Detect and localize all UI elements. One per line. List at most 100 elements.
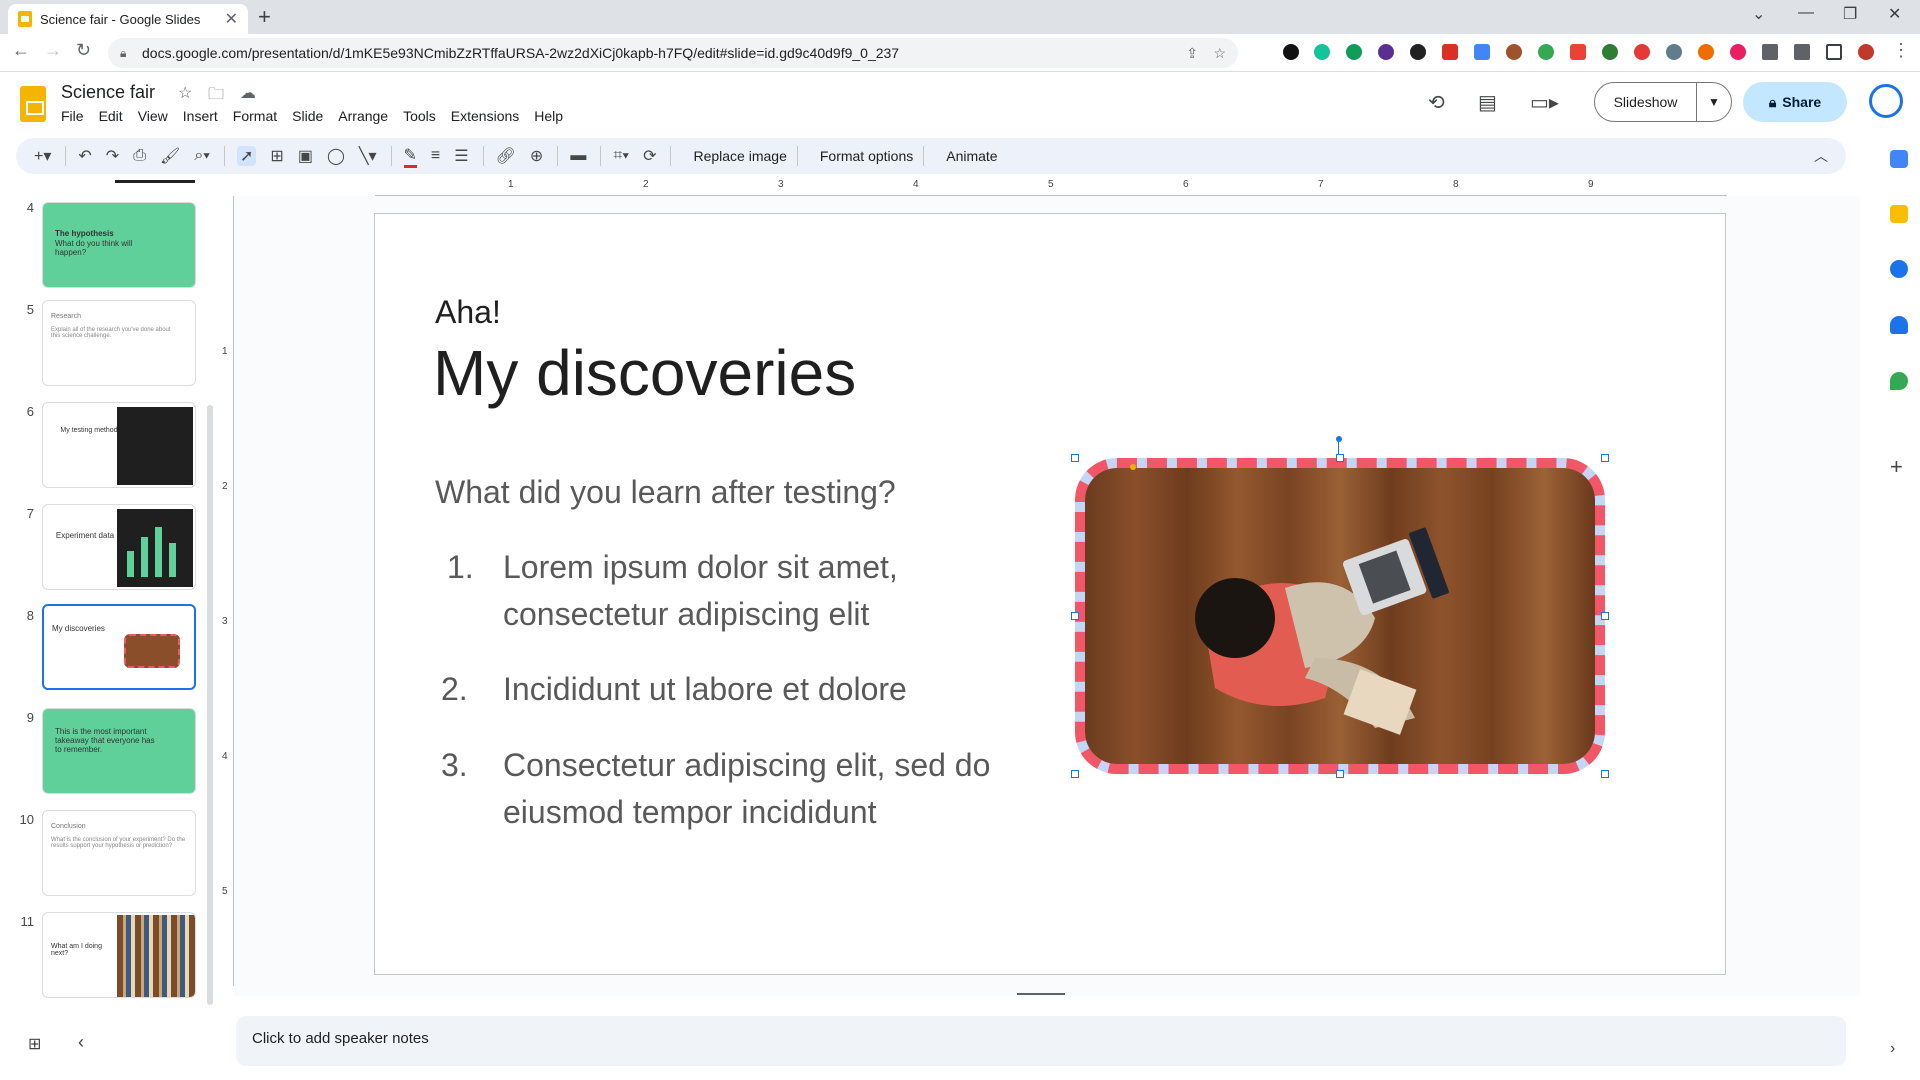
slide-thumbnail[interactable]: Experiment data	[42, 504, 196, 590]
slide-thumbnail[interactable]: What am I doing next?	[42, 912, 196, 998]
format-options-button[interactable]: Format options	[820, 148, 913, 164]
vertical-ruler[interactable]: 1 2 3 4 5	[220, 196, 234, 986]
presentation-title[interactable]: Science fair	[61, 82, 155, 103]
border-weight-icon[interactable]: ≡	[431, 147, 440, 165]
slide-kicker[interactable]: Aha!	[435, 294, 501, 331]
menu-view[interactable]: View	[138, 108, 168, 124]
comments-icon[interactable]: ▤	[1478, 90, 1497, 115]
print-icon[interactable]: ⎙	[133, 147, 146, 165]
slide-heading[interactable]: My discoveries	[433, 336, 856, 410]
crop-icon[interactable]: ⌗▾	[613, 147, 629, 165]
menu-format[interactable]: Format	[233, 108, 277, 124]
collapse-toolbar-icon[interactable]: ︿	[1814, 146, 1828, 166]
tasks-icon[interactable]	[1890, 260, 1908, 278]
menu-edit[interactable]: Edit	[99, 108, 123, 124]
alt-text-icon[interactable]: ▬	[570, 147, 586, 165]
extension-red-icon[interactable]	[1442, 44, 1458, 60]
add-comment-icon[interactable]: ⊕	[530, 146, 543, 166]
slideshow-button[interactable]: Slideshow ▼	[1594, 82, 1732, 122]
resize-handle[interactable]	[1071, 612, 1079, 620]
menu-extensions[interactable]: Extensions	[451, 108, 519, 124]
slideshow-dropdown-icon[interactable]: ▼	[1697, 95, 1731, 109]
resize-handle[interactable]	[1336, 454, 1344, 462]
cloud-status-icon[interactable]: ☁︎	[240, 83, 256, 103]
extension-leaf-icon[interactable]	[1602, 44, 1618, 60]
extension-g-icon[interactable]	[1538, 44, 1554, 60]
browser-tab[interactable]: Science fair - Google Slides ✕	[8, 4, 248, 34]
extension-dark-icon[interactable]	[1410, 44, 1426, 60]
border-dash-icon[interactable]: ☰	[454, 146, 468, 166]
line-icon[interactable]: ╲▾	[359, 146, 377, 166]
bookmark-star-icon[interactable]: ☆	[1213, 45, 1226, 62]
extension-pink-icon[interactable]	[1730, 44, 1746, 60]
rotation-handle[interactable]	[1336, 436, 1342, 442]
close-tab-icon[interactable]: ✕	[225, 9, 238, 29]
paint-format-icon[interactable]: 🖌︎	[160, 146, 180, 166]
close-window-icon[interactable]: ✕	[1888, 4, 1901, 24]
grid-view-icon[interactable]: ⊞	[28, 1034, 41, 1054]
slide-thumbnail[interactable]: The hypothesis What do you think will ha…	[42, 202, 196, 288]
resize-handle[interactable]	[1601, 612, 1609, 620]
extension-amazon-icon[interactable]	[1283, 44, 1299, 60]
slide[interactable]: Aha! My discoveries What did you learn a…	[374, 213, 1726, 975]
menu-slide[interactable]: Slide	[292, 108, 323, 124]
extension-orange-icon[interactable]	[1698, 44, 1714, 60]
redo-icon[interactable]: ↷	[106, 146, 119, 166]
maximize-icon[interactable]: ❐	[1843, 4, 1857, 24]
extension-grey-icon[interactable]	[1666, 44, 1682, 60]
replace-image-button[interactable]: Replace image	[693, 148, 786, 164]
menu-insert[interactable]: Insert	[183, 108, 218, 124]
new-tab-icon[interactable]: +	[258, 6, 271, 28]
undo-icon[interactable]: ↶	[78, 146, 91, 166]
extension-brown-icon[interactable]	[1506, 44, 1522, 60]
menu-help[interactable]: Help	[534, 108, 563, 124]
notes-resize-grip[interactable]	[1017, 993, 1065, 995]
maps-icon[interactable]	[1890, 372, 1908, 390]
account-avatar[interactable]	[1869, 84, 1903, 118]
version-history-icon[interactable]: ⟲	[1428, 90, 1445, 115]
extension-blue-icon[interactable]	[1474, 44, 1490, 60]
resize-handle[interactable]	[1071, 454, 1079, 462]
menu-file[interactable]: File	[61, 108, 84, 124]
reload-icon[interactable]: ↻	[76, 40, 91, 61]
calendar-icon[interactable]	[1890, 150, 1908, 168]
slides-logo-icon[interactable]	[20, 86, 46, 122]
new-slide-icon[interactable]: +▾	[34, 146, 51, 166]
slide-thumbnail[interactable]: My testing method	[42, 402, 196, 488]
show-side-panel-icon[interactable]: ›	[1890, 1040, 1908, 1058]
resize-handle[interactable]	[1601, 454, 1609, 462]
forward-icon[interactable]: →	[44, 40, 62, 61]
corner-radius-handle[interactable]	[1130, 464, 1136, 470]
collapse-filmstrip-icon[interactable]: ‹	[78, 1032, 84, 1053]
border-color-icon[interactable]: ✎	[403, 145, 417, 168]
slide-thumbnail-selected[interactable]: My discoveries	[42, 604, 196, 690]
share-button[interactable]: 🔒︎ Share	[1743, 82, 1847, 122]
slideshow-label[interactable]: Slideshow	[1595, 83, 1697, 121]
contacts-icon[interactable]	[1890, 316, 1908, 334]
slide-thumbnail[interactable]: This is the most important takeaway that…	[42, 708, 196, 794]
speaker-notes[interactable]: Click to add speaker notes	[236, 1016, 1846, 1066]
slide-thumbnail[interactable]: Research Explain all of the research you…	[42, 300, 196, 386]
menu-arrange[interactable]: Arrange	[338, 108, 388, 124]
resize-handle[interactable]	[1601, 770, 1609, 778]
menu-tools[interactable]: Tools	[403, 108, 436, 124]
move-folder-icon[interactable]: 🗀︎	[208, 83, 224, 110]
reset-image-icon[interactable]: ⟳	[643, 146, 656, 166]
tab-search-icon[interactable]: ⌄	[1752, 4, 1765, 24]
horizontal-ruler[interactable]: 1 2 3 4 5 6 7 8 9	[375, 178, 1727, 196]
extension-plus-icon[interactable]	[1634, 44, 1650, 60]
reading-list-icon[interactable]	[1794, 44, 1810, 60]
slide-subheading[interactable]: What did you learn after testing?	[435, 474, 896, 511]
extension-green-icon[interactable]	[1346, 44, 1362, 60]
text-box-icon[interactable]: ⊞	[270, 146, 283, 166]
zoom-icon[interactable]: ⌕▾	[194, 147, 210, 165]
extension-grammarly-icon[interactable]	[1314, 44, 1330, 60]
address-bar[interactable]: 🔒︎ docs.google.com/presentation/d/1mKE5e…	[108, 38, 1238, 68]
meet-camera-icon[interactable]: ▭▸	[1530, 90, 1559, 115]
star-icon[interactable]: ☆	[178, 83, 192, 103]
keep-icon[interactable]	[1890, 205, 1908, 223]
selected-image[interactable]	[1085, 468, 1595, 764]
resize-handle[interactable]	[1336, 770, 1344, 778]
select-cursor-icon[interactable]: ➚	[237, 146, 257, 166]
insert-image-icon[interactable]: ▣	[298, 146, 313, 166]
